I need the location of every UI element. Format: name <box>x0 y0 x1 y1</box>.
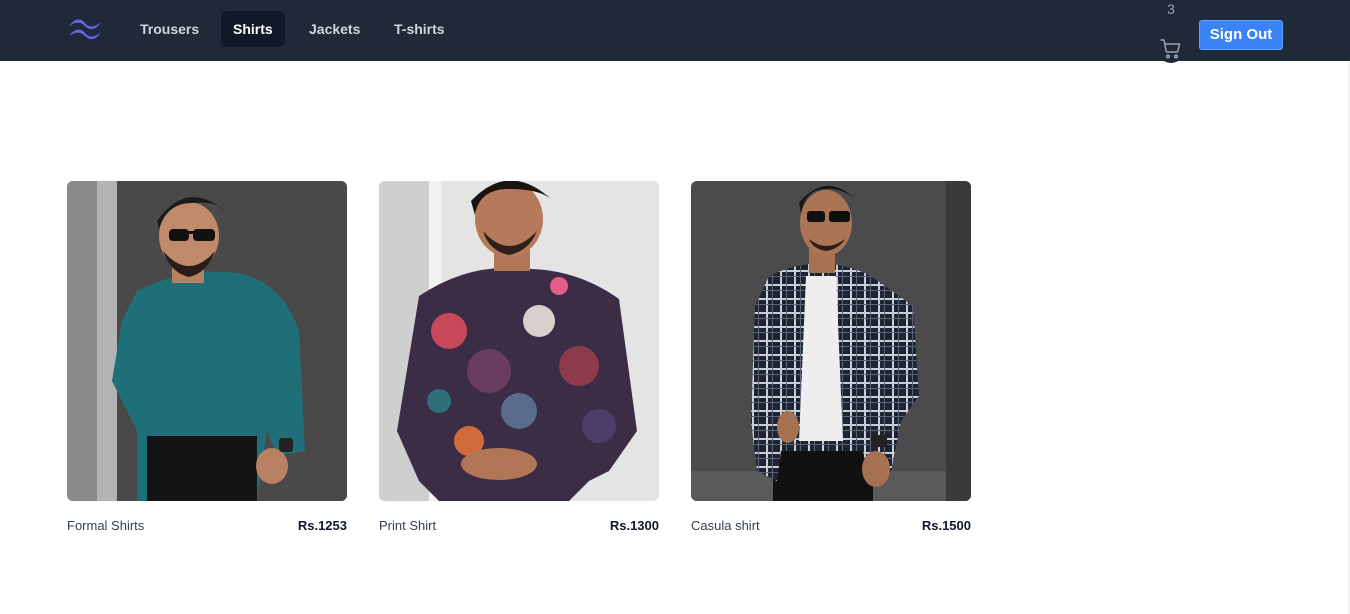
product-info: Print Shirt Rs.1300 <box>379 518 659 538</box>
brand-logo-icon[interactable] <box>66 16 104 42</box>
product-price: Rs.1500 <box>921 518 971 533</box>
nav-tab-jackets[interactable]: Jackets <box>297 11 372 47</box>
product-card[interactable]: Casula shirt Rs.1500 <box>691 181 971 538</box>
product-name[interactable]: Print Shirt <box>379 518 436 533</box>
product-name[interactable]: Formal Shirts <box>67 518 144 533</box>
product-price: Rs.1300 <box>609 518 659 533</box>
product-card[interactable]: Print Shirt Rs.1300 <box>379 181 659 538</box>
cart-count-badge: 3 <box>1167 1 1175 17</box>
cart-button[interactable] <box>1157 35 1185 63</box>
nav-tab-trousers[interactable]: Trousers <box>128 11 211 47</box>
product-image-print-shirt[interactable] <box>379 181 659 501</box>
product-card[interactable]: Formal Shirts Rs.1253 <box>67 181 347 538</box>
nav-tab-tshirts[interactable]: T-shirts <box>382 11 457 47</box>
product-info: Casula shirt Rs.1500 <box>691 518 971 538</box>
product-image-formal-shirt[interactable] <box>67 181 347 501</box>
nav-tab-shirts[interactable]: Shirts <box>221 11 285 47</box>
product-info: Formal Shirts Rs.1253 <box>67 518 347 538</box>
sign-out-button[interactable]: Sign Out <box>1199 20 1283 50</box>
product-price: Rs.1253 <box>297 518 347 533</box>
top-navbar: Trousers Shirts Jackets T-shirts 3 Sign … <box>0 0 1350 63</box>
shopping-cart-icon <box>1160 39 1181 59</box>
product-image-casual-shirt[interactable] <box>691 181 971 501</box>
product-name[interactable]: Casula shirt <box>691 518 760 533</box>
